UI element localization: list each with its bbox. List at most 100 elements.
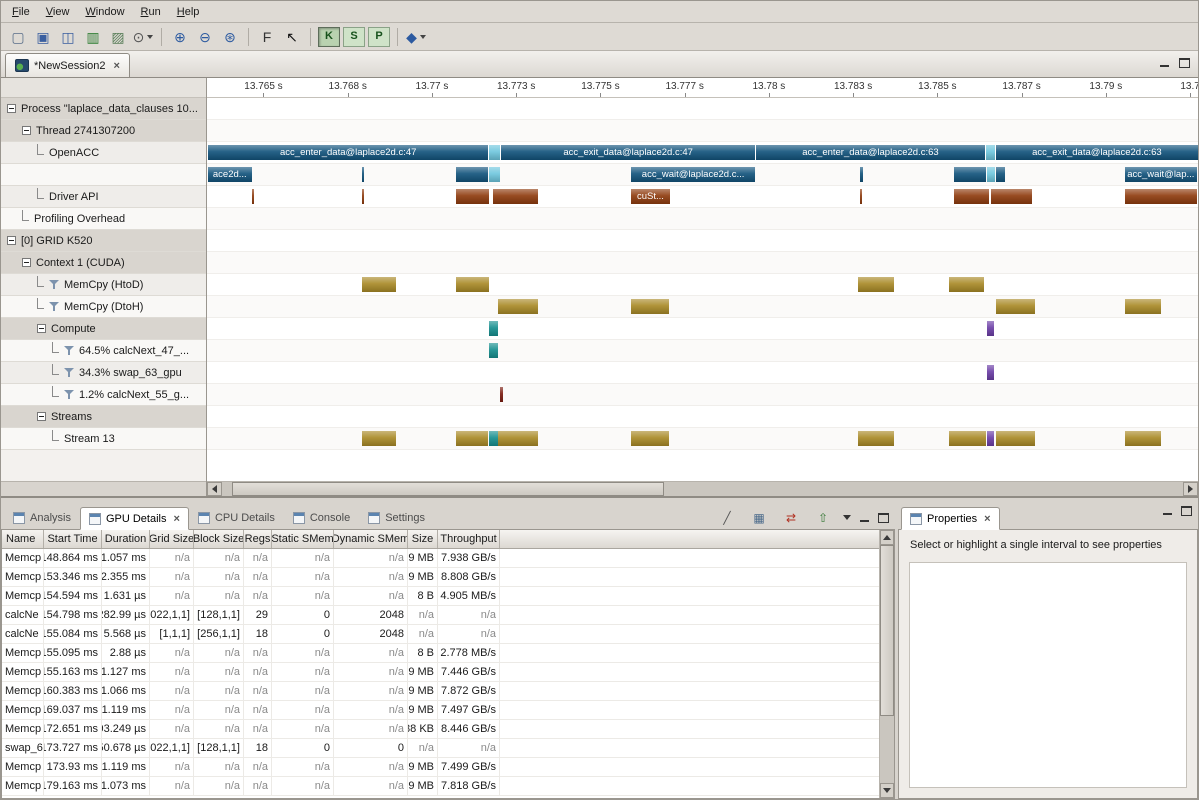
autoscroll-icon[interactable]: ⇄	[779, 506, 803, 529]
zoom-fit-icon[interactable]: ⊛	[218, 25, 242, 48]
interval-bar[interactable]: acc_wait@lap...	[1125, 167, 1197, 182]
col-header-dynamic-smem[interactable]: Dynamic SMem	[334, 530, 408, 548]
close-tab-icon[interactable]: ×	[114, 60, 120, 72]
collapse-toggle-icon[interactable]	[22, 126, 31, 135]
interval-bar[interactable]	[860, 167, 862, 182]
collapse-toggle-icon[interactable]	[22, 258, 31, 267]
interval-bar[interactable]	[1125, 431, 1162, 446]
export-icon[interactable]: ⇧	[811, 506, 835, 529]
tree-row-kernel-swap-63[interactable]: 34.3% swap_63_gpu	[1, 362, 206, 384]
col-header-duration[interactable]: Duration	[102, 530, 150, 548]
menu-view[interactable]: View	[38, 3, 78, 21]
table-row[interactable]: Memcp155.095 ms2.88 µsn/an/an/an/an/a8 B…	[2, 644, 879, 663]
interval-bar[interactable]	[1125, 189, 1197, 204]
tab-gpu-details[interactable]: GPU Details×	[80, 507, 189, 530]
interval-bar[interactable]	[987, 365, 994, 380]
interval-bar[interactable]	[489, 343, 498, 358]
collapse-toggle-icon[interactable]	[7, 236, 16, 245]
interval-bar[interactable]	[991, 189, 1033, 204]
tree-row-profiling-overhead[interactable]: Profiling Overhead	[1, 208, 206, 230]
interval-bar[interactable]	[252, 189, 254, 204]
tree-row-compute[interactable]: Compute	[1, 318, 206, 340]
interval-bar[interactable]	[362, 277, 397, 292]
table-row[interactable]: Memcp154.594 ms1.631 µsn/an/an/an/an/a8 …	[2, 587, 879, 606]
timeline-hscrollbar[interactable]	[207, 481, 1198, 496]
maximize-icon[interactable]	[1179, 58, 1190, 68]
table-row[interactable]: Memcp148.864 ms1.057 msn/an/an/an/an/a9 …	[2, 549, 879, 568]
interval-bar[interactable]	[949, 431, 986, 446]
marker-f-icon[interactable]: F	[255, 25, 279, 48]
interval-bar[interactable]	[954, 189, 989, 204]
interval-bar[interactable]: acc_enter_data@laplace2d.c:63	[756, 145, 985, 160]
tree-row-context-1[interactable]: Context 1 (CUDA)	[1, 252, 206, 274]
scroll-down-icon[interactable]	[880, 783, 894, 798]
col-header-regs[interactable]: Regs	[244, 530, 272, 548]
tab-settings[interactable]: Settings	[359, 506, 434, 529]
collapse-toggle-icon[interactable]	[37, 324, 46, 333]
interval-bar[interactable]	[489, 167, 500, 182]
interval-bar[interactable]	[456, 277, 490, 292]
properties-maximize-icon[interactable]	[1181, 506, 1192, 516]
view-menu-icon[interactable]	[843, 515, 851, 520]
collapse-toggle-icon[interactable]	[7, 104, 16, 113]
col-header-start-time[interactable]: Start Time	[44, 530, 102, 548]
tab-analysis[interactable]: Analysis	[4, 506, 80, 529]
table-row[interactable]: calcNe155.084 ms5.568 µs[1,1,1][256,1,1]…	[2, 625, 879, 644]
table-row[interactable]: Memcp153.346 ms2.355 msn/an/an/an/an/a9 …	[2, 568, 879, 587]
tree-row-openacc[interactable]: OpenACC	[1, 142, 206, 164]
minimize-icon[interactable]	[1159, 58, 1170, 68]
interval-bar[interactable]	[362, 189, 364, 204]
interval-bar[interactable]	[860, 189, 862, 204]
analysis-icon[interactable]: ◆	[404, 25, 428, 48]
interval-bar[interactable]	[996, 167, 1005, 182]
copy-view-icon[interactable]: ▨	[106, 25, 130, 48]
table-row[interactable]: Memcp160.383 ms1.066 msn/an/an/an/an/a9 …	[2, 682, 879, 701]
tree-row-streams[interactable]: Streams	[1, 406, 206, 428]
interval-bar[interactable]	[498, 299, 538, 314]
interval-bar[interactable]	[986, 145, 995, 160]
interval-bar[interactable]	[489, 321, 498, 336]
menu-run[interactable]: Run	[133, 3, 169, 21]
table-row[interactable]: Memcp155.163 ms1.127 msn/an/an/an/an/a9 …	[2, 663, 879, 682]
session-tab[interactable]: *NewSession2 ×	[5, 53, 130, 77]
properties-minimize-icon[interactable]	[1162, 506, 1173, 516]
interval-bar[interactable]	[362, 167, 364, 182]
hscroll-thumb[interactable]	[232, 482, 664, 496]
interval-bar[interactable]: acc_wait@laplace2d.c...	[631, 167, 755, 182]
interval-bar[interactable]	[362, 431, 397, 446]
interval-bar[interactable]	[631, 299, 669, 314]
menu-file[interactable]: File	[4, 3, 38, 21]
tree-row-driver-api[interactable]: Driver API	[1, 186, 206, 208]
table-row[interactable]: Memcp173.93 ms1.119 msn/an/an/an/an/a9 M…	[2, 758, 879, 777]
interval-bar[interactable]	[500, 387, 502, 402]
col-header-static-smem[interactable]: Static SMem	[272, 530, 334, 548]
zoom-in-icon[interactable]: ⊕	[168, 25, 192, 48]
interval-bar[interactable]	[987, 431, 994, 446]
interval-bar[interactable]	[987, 321, 994, 336]
columns-icon[interactable]: ▦	[747, 506, 771, 529]
table-row[interactable]: Memcp172.651 ms93.249 µsn/an/an/an/an/a7…	[2, 720, 879, 739]
table-row[interactable]: calcNe154.798 ms282.99 µs[1022,1,1][128,…	[2, 606, 879, 625]
interval-bar[interactable]	[456, 189, 490, 204]
interval-bar[interactable]	[987, 167, 995, 182]
scroll-up-icon[interactable]	[880, 530, 894, 545]
tree-row-grid-k520[interactable]: [0] GRID K520	[1, 230, 206, 252]
new-session-icon[interactable]: ▢	[6, 25, 30, 48]
interval-bar[interactable]: acc_enter_data@laplace2d.c:47	[208, 145, 488, 160]
tree-row-memcpy-dtoh[interactable]: MemCpy (DtoH)	[1, 296, 206, 318]
tree-row-thread[interactable]: Thread 2741307200	[1, 120, 206, 142]
tab-cpu-details[interactable]: CPU Details	[189, 506, 284, 529]
vscroll-thumb[interactable]	[880, 545, 894, 716]
col-header-grid-size[interactable]: Grid Size	[150, 530, 194, 548]
select-arrow-icon[interactable]: ↖	[280, 25, 304, 48]
interval-bar[interactable]	[631, 431, 669, 446]
tree-row-kernel-calcnext-55[interactable]: 1.2% calcNext_55_g...	[1, 384, 206, 406]
interval-bar[interactable]: acc_exit_data@laplace2d.c:47	[501, 145, 755, 160]
interval-bar[interactable]	[996, 299, 1036, 314]
interval-bar[interactable]	[949, 277, 984, 292]
save-icon[interactable]: ▣	[31, 25, 55, 48]
col-header-name[interactable]: Name	[2, 530, 44, 548]
interval-bar[interactable]	[456, 431, 489, 446]
hscroll-track[interactable]	[222, 482, 1183, 496]
zoom-out-icon[interactable]: ⊖	[193, 25, 217, 48]
